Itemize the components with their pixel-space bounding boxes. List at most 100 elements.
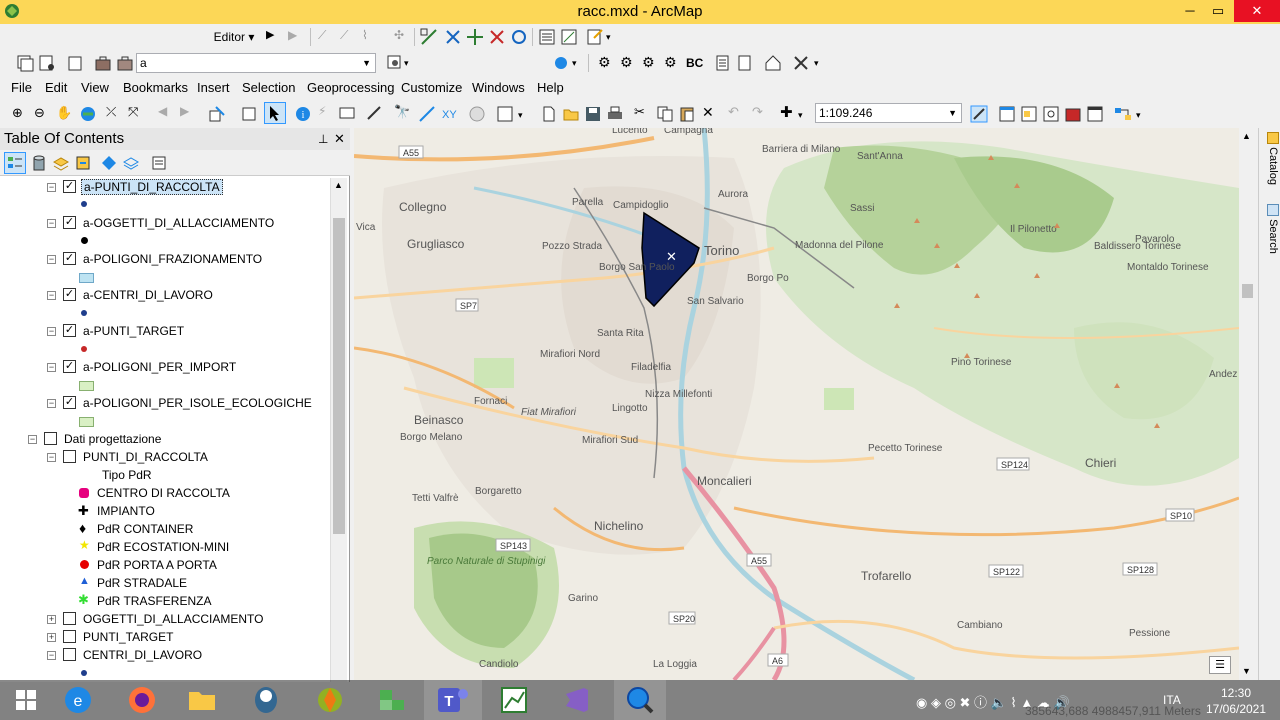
layer-visibility-checkbox[interactable]: ✓ bbox=[63, 288, 76, 301]
menu-insert[interactable]: Insert bbox=[197, 80, 230, 95]
layer-name[interactable]: a-POLIGONI_FRAZIONAMENTO bbox=[83, 252, 262, 266]
list-by-selection-icon[interactable] bbox=[74, 154, 92, 172]
toc-group-layer[interactable]: − Dati progettazione bbox=[0, 430, 330, 448]
home-tools-icon[interactable] bbox=[764, 54, 782, 72]
layer-visibility-checkbox[interactable] bbox=[63, 630, 76, 643]
layer-name[interactable]: CENTRI_DI_LAVORO bbox=[83, 648, 202, 662]
collapse-toggle-icon[interactable]: − bbox=[47, 219, 56, 228]
edit-annotation-icon[interactable]: ▶ bbox=[288, 28, 306, 46]
collapse-toggle-icon[interactable]: − bbox=[47, 363, 56, 372]
clipboard-icon[interactable] bbox=[66, 54, 84, 72]
teams-icon[interactable]: T bbox=[432, 682, 472, 718]
maximize-button[interactable]: ▭ bbox=[1203, 0, 1233, 22]
layer-visibility-checkbox[interactable] bbox=[63, 648, 76, 661]
firefox-icon[interactable] bbox=[122, 682, 162, 718]
layer-name[interactable]: a-POLIGONI_PER_ISOLE_ECOLOGICHE bbox=[83, 396, 312, 410]
expand-toggle-icon[interactable]: + bbox=[47, 615, 56, 624]
fixed-zoom-in-icon[interactable]: ⤫ bbox=[106, 104, 124, 122]
list-by-visibility-icon[interactable] bbox=[52, 154, 70, 172]
toc-scrollbar[interactable]: ▲ bbox=[330, 178, 347, 682]
copy-icon[interactable] bbox=[656, 105, 674, 123]
menu-help[interactable]: Help bbox=[537, 80, 564, 95]
layer-name[interactable]: a-PUNTI_DI_RACCOLTA bbox=[81, 179, 223, 195]
editor-toolbar-icon[interactable] bbox=[970, 105, 988, 123]
toc-layer-item[interactable]: − ✓ a-POLIGONI_PER_IMPORT bbox=[0, 358, 330, 376]
menu-view[interactable]: View bbox=[81, 80, 109, 95]
gear-network-icon[interactable]: ⚙ bbox=[664, 54, 682, 72]
target-layer-icon[interactable] bbox=[386, 54, 404, 72]
toc-layer-item[interactable]: − ✓ a-CENTRI_DI_LAVORO bbox=[0, 286, 330, 304]
cut-scissors-icon[interactable]: ✂ bbox=[634, 104, 652, 122]
tools-case-icon[interactable] bbox=[116, 54, 134, 72]
editor-menu-button[interactable]: Editor ▾ bbox=[210, 26, 258, 48]
toc-layer-item[interactable]: − ✓ a-OGGETTI_DI_ALLACCIAMENTO bbox=[0, 214, 330, 232]
search-magnifier-icon[interactable] bbox=[620, 682, 660, 718]
open-folder-icon[interactable] bbox=[562, 105, 580, 123]
layer-name[interactable]: a-POLIGONI_PER_IMPORT bbox=[83, 360, 236, 374]
toc-layer-item[interactable]: − ✓ a-PUNTI_DI_RACCOLTA bbox=[0, 178, 330, 196]
layer-name[interactable]: OGGETTI_DI_ALLACCIAMENTO bbox=[83, 612, 264, 626]
cut-polygon-icon[interactable] bbox=[488, 28, 506, 46]
rotate-icon[interactable] bbox=[510, 28, 528, 46]
layer-visibility-checkbox[interactable]: ✓ bbox=[63, 324, 76, 337]
file-explorer-icon[interactable] bbox=[182, 682, 222, 718]
attributes-icon[interactable] bbox=[538, 28, 556, 46]
straight-segment-icon[interactable]: ⟋ bbox=[318, 28, 336, 46]
select-elements-button[interactable] bbox=[264, 102, 286, 124]
collapse-toggle-icon[interactable]: − bbox=[47, 255, 56, 264]
undo-icon[interactable]: ↶ bbox=[728, 104, 746, 122]
create-viewer-icon[interactable] bbox=[496, 105, 514, 123]
layer-name[interactable]: a-CENTRI_DI_LAVORO bbox=[83, 288, 213, 302]
toc-layer-item[interactable]: − ✓ a-POLIGONI_PER_ISOLE_ECOLOGICHE bbox=[0, 394, 330, 412]
clock-time[interactable]: 12:30 bbox=[1206, 686, 1266, 700]
report-icon[interactable] bbox=[714, 54, 732, 72]
toc-layer-item[interactable]: + PUNTI_TARGET bbox=[0, 628, 330, 646]
time-slider-icon[interactable] bbox=[468, 105, 486, 123]
menu-file[interactable]: File bbox=[11, 80, 32, 95]
python-window-icon[interactable] bbox=[1086, 105, 1104, 123]
catalog-tab[interactable]: Catalog bbox=[1261, 132, 1279, 185]
layer-visibility-checkbox[interactable]: ✓ bbox=[63, 360, 76, 373]
expand-toggle-icon[interactable]: + bbox=[47, 633, 56, 642]
toc-close-icon[interactable]: ✕ bbox=[334, 128, 345, 150]
trace-icon[interactable]: ⌇ bbox=[362, 28, 380, 46]
clock-date[interactable]: 17/06/2021 bbox=[1202, 702, 1270, 716]
reshape-icon[interactable] bbox=[420, 28, 438, 46]
sketch-properties-icon[interactable] bbox=[560, 28, 578, 46]
clear-selection-icon[interactable] bbox=[240, 105, 258, 123]
basemap-svg[interactable]: ✕ Lucento Campagna Barriera di Milano Sa… bbox=[354, 128, 1239, 680]
fixed-zoom-out-icon[interactable]: ⤧ bbox=[128, 104, 146, 122]
gear-icon[interactable]: ⚙ bbox=[598, 54, 616, 72]
vertex-icon[interactable]: ✣ bbox=[394, 28, 412, 46]
toc-window-icon[interactable] bbox=[998, 105, 1016, 123]
scroll-thumb[interactable] bbox=[1242, 284, 1253, 298]
map-tips-button[interactable]: ☰ bbox=[1209, 656, 1231, 674]
find-binoculars-icon[interactable]: 🔭 bbox=[394, 104, 412, 122]
close-button[interactable]: ✕ bbox=[1234, 0, 1280, 22]
group-name[interactable]: Dati progettazione bbox=[64, 432, 161, 446]
menu-selection[interactable]: Selection bbox=[242, 80, 295, 95]
search-tab[interactable]: Search bbox=[1261, 204, 1279, 254]
endpoint-arc-icon[interactable]: ⟋ bbox=[340, 28, 358, 46]
measure-icon[interactable] bbox=[366, 105, 384, 123]
document-icon[interactable] bbox=[736, 54, 754, 72]
layer-name[interactable]: PUNTI_DI_RACCOLTA bbox=[83, 450, 208, 464]
paste-icon[interactable] bbox=[678, 105, 696, 123]
collapse-toggle-icon[interactable]: − bbox=[47, 327, 56, 336]
html-popup-icon[interactable] bbox=[338, 105, 356, 123]
collapse-toggle-icon[interactable]: − bbox=[47, 453, 56, 462]
menu-customize[interactable]: Customize bbox=[401, 80, 462, 95]
visual-studio-icon[interactable] bbox=[556, 682, 596, 718]
toc-layer-item[interactable]: + OGGETTI_DI_ALLACCIAMENTO bbox=[0, 610, 330, 628]
layer-visibility-checkbox[interactable]: ✓ bbox=[63, 396, 76, 409]
print-icon[interactable] bbox=[606, 105, 624, 123]
edit-tool-icon[interactable]: ▶ bbox=[266, 28, 284, 46]
pin-icon[interactable]: ⊥ bbox=[318, 128, 328, 150]
layers-icon[interactable] bbox=[122, 154, 140, 172]
toolbar-overflow-icon[interactable]: ▾ bbox=[518, 110, 523, 121]
edge-icon[interactable]: e bbox=[58, 682, 98, 718]
layer-visibility-checkbox[interactable] bbox=[63, 450, 76, 463]
new-document-icon[interactable] bbox=[540, 105, 558, 123]
gear-tools-icon[interactable]: ⚙ bbox=[642, 54, 660, 72]
layer-visibility-checkbox[interactable]: ✓ bbox=[63, 180, 76, 193]
